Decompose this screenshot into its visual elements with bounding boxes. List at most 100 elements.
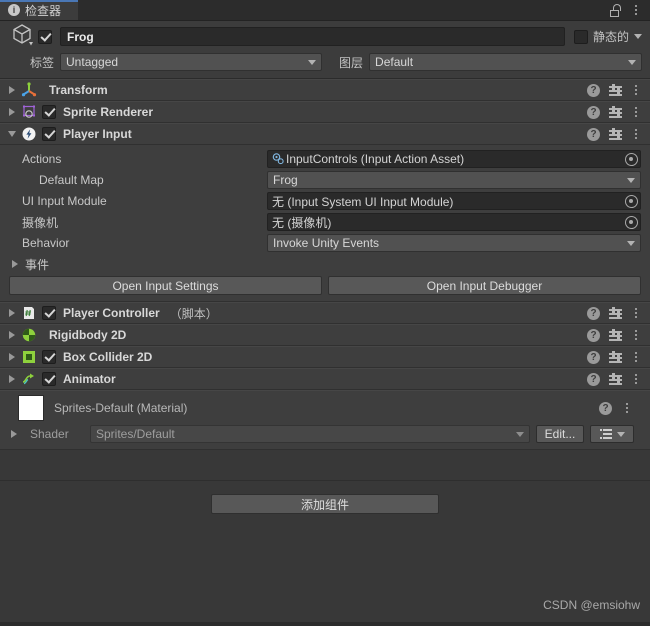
player-controller-foldout-toggle[interactable] [6, 309, 18, 317]
events-foldout[interactable]: 事件 [9, 255, 641, 273]
camera-object-field[interactable]: 无 (摄像机) [267, 213, 641, 231]
edit-shader-button[interactable]: Edit... [536, 425, 584, 443]
preset-list-button[interactable] [590, 425, 634, 443]
player-input-icon [21, 126, 37, 142]
tabbar-actions [610, 0, 650, 20]
open-input-settings-button[interactable]: Open Input Settings [9, 276, 322, 295]
animator-foldout-toggle[interactable] [6, 375, 18, 383]
kebab-menu-icon[interactable] [631, 330, 641, 340]
add-component-button[interactable]: 添加组件 [211, 494, 439, 514]
material-block: Sprites-Default (Material) ? Shader Spri… [0, 390, 650, 450]
tag-value: Untagged [66, 55, 119, 69]
kebab-menu-icon[interactable] [631, 352, 641, 362]
material-foldout-toggle[interactable] [8, 430, 20, 438]
property-row-behavior: Behavior Invoke Unity Events [9, 233, 641, 253]
help-icon[interactable]: ? [587, 328, 600, 342]
chevron-down-icon [616, 431, 625, 437]
player-controller-enabled-checkbox[interactable] [42, 306, 56, 320]
help-icon[interactable]: ? [587, 372, 600, 386]
kebab-menu-icon[interactable] [631, 129, 641, 139]
events-foldout-toggle[interactable] [9, 260, 21, 268]
component-actions: ? [587, 105, 650, 119]
gameobject-enabled-checkbox[interactable] [38, 29, 52, 44]
kebab-menu-icon[interactable] [622, 403, 632, 413]
object-picker-icon[interactable] [625, 194, 638, 208]
rigidbody-2d-foldout-toggle[interactable] [6, 331, 18, 339]
chevron-down-icon [628, 59, 636, 65]
behavior-dropdown[interactable]: Invoke Unity Events [267, 234, 641, 252]
help-icon[interactable]: ? [599, 401, 612, 415]
property-row-actions: Actions InputControls (Input Action Asse… [9, 149, 641, 169]
script-icon [21, 305, 37, 321]
layer-label: 图层 [339, 55, 364, 70]
shader-dropdown[interactable]: Sprites/Default [90, 425, 530, 443]
static-chevron-down-icon[interactable] [634, 34, 642, 39]
box-collider-2d-icon [21, 349, 37, 365]
object-picker-icon[interactable] [625, 215, 638, 229]
animator-enabled-checkbox[interactable] [42, 372, 56, 386]
property-row-camera: 摄像机 无 (摄像机) [9, 212, 641, 232]
component-header-box-collider-2d[interactable]: Box Collider 2D ? [0, 346, 650, 368]
preset-settings-icon[interactable] [609, 306, 622, 320]
preset-settings-icon[interactable] [609, 127, 622, 141]
player-input-enabled-checkbox[interactable] [42, 127, 56, 141]
component-header-rigidbody-2d[interactable]: Rigidbody 2D ? [0, 324, 650, 346]
property-row-default-map: Default Map Frog [9, 170, 641, 190]
camera-value: 无 (摄像机) [272, 215, 332, 230]
component-header-transform[interactable]: Transform ? [0, 79, 650, 101]
component-actions: ? [587, 350, 650, 364]
preset-settings-icon[interactable] [609, 350, 622, 364]
tag-dropdown[interactable]: Untagged [60, 53, 323, 71]
component-actions: ? [587, 127, 650, 141]
component-title: Player Input [63, 127, 132, 141]
component-title: Animator [63, 372, 116, 386]
kebab-menu-icon[interactable] [631, 107, 641, 117]
shader-value: Sprites/Default [96, 427, 175, 441]
sprite-renderer-foldout-toggle[interactable] [6, 108, 18, 116]
layer-value: Default [375, 55, 414, 69]
material-actions: ? [599, 401, 641, 415]
sprite-renderer-enabled-checkbox[interactable] [42, 105, 56, 119]
static-checkbox[interactable] [573, 29, 588, 44]
help-icon[interactable]: ? [587, 306, 600, 320]
component-title: Sprite Renderer [63, 105, 154, 119]
tag-label: 标签 [30, 55, 55, 70]
help-icon[interactable]: ? [587, 83, 600, 97]
lock-open-icon[interactable] [610, 3, 621, 17]
gameobject-name-input[interactable]: Frog [60, 27, 565, 46]
box-collider-2d-enabled-checkbox[interactable] [42, 350, 56, 364]
material-preview-swatch [18, 395, 44, 421]
window-bottom-bar [0, 622, 650, 626]
open-input-debugger-button[interactable]: Open Input Debugger [328, 276, 641, 295]
kebab-menu-icon[interactable] [631, 5, 641, 15]
component-header-sprite-renderer[interactable]: Sprite Renderer ? [0, 101, 650, 123]
default-map-dropdown[interactable]: Frog [267, 171, 641, 189]
object-picker-icon[interactable] [625, 152, 638, 166]
animator-icon [21, 371, 37, 387]
events-label: 事件 [25, 257, 50, 272]
tab-inspector[interactable]: i 检查器 [0, 0, 78, 20]
component-header-player-input[interactable]: Player Input ? [0, 123, 650, 145]
gameobject-cube-icon[interactable] [10, 22, 36, 48]
component-header-player-controller[interactable]: Player Controller （脚本） ? [0, 302, 650, 324]
preset-settings-icon[interactable] [609, 372, 622, 386]
ui-input-module-object-field[interactable]: 无 (Input System UI Input Module) [267, 192, 641, 210]
kebab-menu-icon[interactable] [631, 374, 641, 384]
component-header-animator[interactable]: Animator ? [0, 368, 650, 390]
kebab-menu-icon[interactable] [631, 308, 641, 318]
component-title: Player Controller [63, 306, 160, 320]
preset-settings-icon[interactable] [609, 328, 622, 342]
preset-settings-icon[interactable] [609, 105, 622, 119]
help-icon[interactable]: ? [587, 105, 600, 119]
box-collider-2d-foldout-toggle[interactable] [6, 353, 18, 361]
transform-axis-icon [21, 82, 37, 98]
material-shader-row: Shader Sprites/Default Edit... [0, 424, 641, 444]
actions-object-field[interactable]: InputControls (Input Action Asset) [267, 150, 641, 168]
player-input-foldout-toggle[interactable] [6, 131, 18, 137]
preset-settings-icon[interactable] [609, 83, 622, 97]
transform-foldout-toggle[interactable] [6, 86, 18, 94]
layer-dropdown[interactable]: Default [369, 53, 642, 71]
help-icon[interactable]: ? [587, 127, 600, 141]
help-icon[interactable]: ? [587, 350, 600, 364]
kebab-menu-icon[interactable] [631, 85, 641, 95]
